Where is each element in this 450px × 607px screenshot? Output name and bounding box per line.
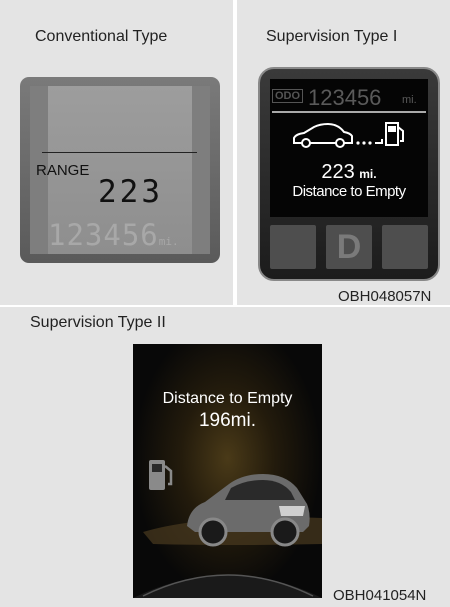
- range-value: 223: [98, 174, 163, 210]
- figure-code-1: OBH048057N: [338, 288, 432, 305]
- distance-value: 223: [321, 161, 355, 183]
- odo-value: 123456: [308, 85, 382, 110]
- range-label: RANGE: [36, 162, 90, 179]
- lcd-divider-line: [42, 152, 197, 153]
- odometer-value: 123456: [48, 218, 159, 252]
- odo-label: ODO: [272, 89, 304, 103]
- caption-supervision-1: Supervision Type I: [266, 28, 398, 45]
- distance-label: Distance to Empty: [292, 183, 406, 200]
- gear-indicator-block: D: [326, 225, 372, 269]
- lcd-screen: RANGE 223 123456mi.: [30, 86, 210, 254]
- odo-divider-line: [272, 111, 426, 113]
- odometer-ghost-digits: 123456mi.: [48, 218, 179, 252]
- distance-label-2: Distance to Empty: [162, 390, 293, 407]
- supervision-2-display: Distance to Empty 196mi.: [133, 344, 322, 598]
- gear-indicator: D: [336, 228, 362, 266]
- caption-conventional: Conventional Type: [35, 28, 168, 45]
- supervision-1-screen: ODO 123456 mi. 223 mi. Distance to Empty: [270, 79, 428, 217]
- odo-row: ODO 123456 mi.: [272, 85, 426, 110]
- distance-value-row: 223 mi.: [270, 161, 428, 184]
- distance-unit: mi.: [359, 167, 377, 181]
- right-indicator-block: [382, 225, 428, 269]
- odometer-unit: mi.: [158, 235, 179, 248]
- odo-unit: mi.: [402, 94, 417, 106]
- conventional-lcd-display: RANGE 223 123456mi.: [20, 77, 220, 263]
- car-to-fuel-icon: [293, 122, 404, 148]
- supervision-1-display: ODO 123456 mi. 223 mi. Distance to Empty…: [258, 67, 440, 281]
- caption-supervision-2: Supervision Type II: [30, 314, 166, 331]
- figure-code-2: OBH041054N: [333, 587, 427, 604]
- distance-value-2: 196mi.: [198, 410, 257, 431]
- car-image: [187, 474, 310, 547]
- lcd-right-stripe: [192, 86, 210, 254]
- left-indicator-block: [270, 225, 316, 269]
